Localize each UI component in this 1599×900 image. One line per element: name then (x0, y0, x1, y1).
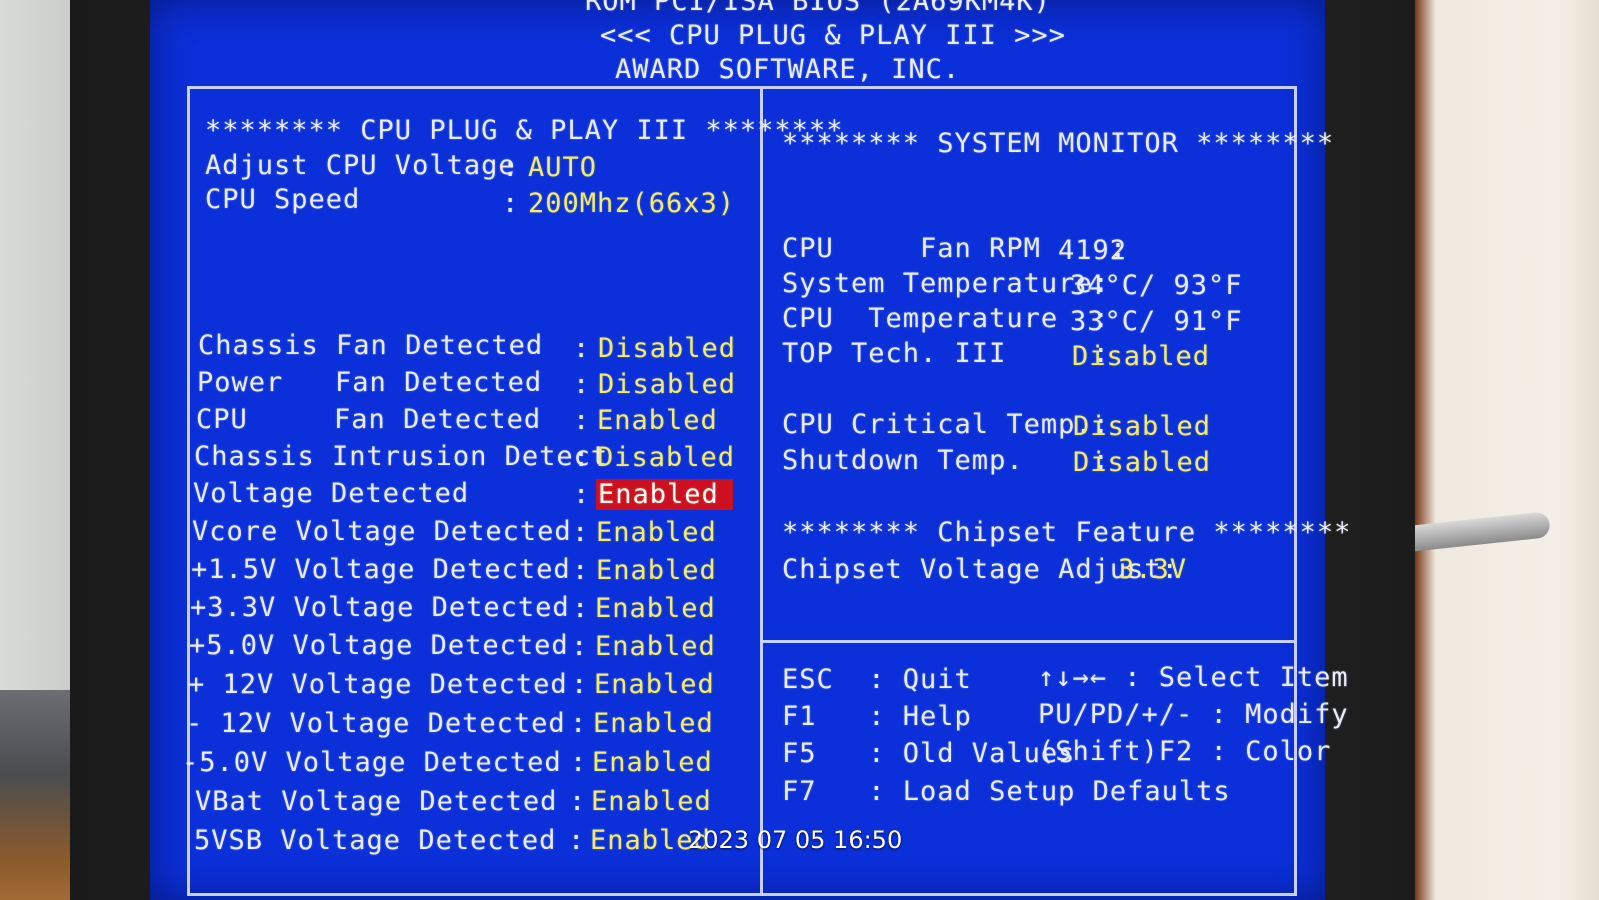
page-title: <<< CPU PLUG & PLAY III >>> (600, 20, 1066, 51)
help-f1-help: F1 : Help (782, 701, 972, 732)
help-modify: PU/PD/+/- : Modify (1038, 699, 1349, 730)
detect-label: Chassis Fan Detected (198, 330, 544, 361)
detect-value[interactable]: Disabled (597, 442, 735, 473)
cpu-setting-value[interactable]: 200Mhz(66x3) (528, 188, 735, 219)
detect-label: +5.0V Voltage Detected (189, 630, 569, 661)
separator: : (572, 517, 590, 548)
detect-value[interactable]: Disabled (598, 333, 736, 364)
help-shift-f2-color: (Shift)F2 : Color (1038, 736, 1332, 767)
separator: : (573, 333, 591, 364)
help-esc-quit: ESC : Quit (782, 664, 972, 695)
chipset-value[interactable]: 3.3V (1118, 554, 1187, 585)
help-arrows-select: ↑↓→← : Select Item (1038, 662, 1349, 693)
monitor-label: CPU Critical Temp.: (782, 409, 1110, 440)
detect-value[interactable]: Enabled (595, 631, 716, 662)
monitor-setting-value[interactable]: Disabled (1073, 447, 1211, 478)
vendor-name: AWARD SOFTWARE, INC. (615, 54, 961, 85)
help-f5-old-values: F5 : Old Values (782, 738, 1076, 769)
help-divider (762, 640, 1297, 643)
left-panel-heading: ******** CPU PLUG & PLAY III ******** (205, 115, 844, 146)
separator: : (573, 369, 591, 400)
monitor-label: System Temperature: (782, 268, 1110, 299)
separator: : (570, 747, 588, 778)
monitor-label: TOP Tech. III : (782, 338, 1110, 369)
detect-value[interactable]: Disabled (598, 369, 736, 400)
background-window-area (1395, 0, 1599, 900)
monitor-label: CPU Temperature : (782, 303, 1110, 334)
separator: : (502, 188, 520, 219)
detect-label: Power Fan Detected (197, 367, 543, 398)
separator: : (573, 479, 591, 510)
detect-label: -5.0V Voltage Detected (182, 747, 562, 778)
detect-value[interactable]: Enabled (597, 405, 718, 436)
system-monitor-heading: ******** SYSTEM MONITOR ******** (782, 128, 1335, 159)
separator: : (569, 786, 587, 817)
monitor-value: 33°C/ 91°F (1070, 306, 1243, 337)
detect-value-highlighted[interactable]: Enabled (596, 479, 733, 510)
detect-value[interactable]: Enabled (596, 517, 717, 548)
detect-label: CPU Fan Detected (196, 404, 542, 435)
separator: : (502, 152, 520, 183)
detect-label: Vcore Voltage Detected (192, 516, 572, 547)
monitor-value: 4192 (1058, 235, 1128, 266)
detect-label: + 12V Voltage Detected (188, 669, 568, 700)
separator: : (573, 405, 591, 436)
separator: : (572, 555, 590, 586)
separator: : (571, 631, 589, 662)
detect-label: - 12V Voltage Detected (186, 708, 566, 739)
detect-value[interactable]: Enabled (593, 708, 714, 739)
detect-label: +3.3V Voltage Detected (190, 592, 570, 623)
cpu-setting-label: Adjust CPU Voltage (205, 150, 516, 181)
monitor-setting-value[interactable]: Disabled (1073, 411, 1211, 442)
separator: : (571, 669, 589, 700)
detect-label: +1.5V Voltage Detected (191, 554, 571, 585)
monitor-setting-value[interactable]: Disabled (1072, 341, 1210, 372)
separator: : (570, 708, 588, 739)
separator: : (573, 442, 591, 473)
detect-value[interactable]: Enabled (596, 555, 717, 586)
detect-value[interactable]: Enabled (594, 669, 715, 700)
detect-value[interactable]: Enabled (595, 593, 716, 624)
detect-label: Voltage Detected (193, 478, 470, 509)
photo-timestamp: 2023 07 05 16:50 (688, 826, 903, 854)
cpu-setting-label: CPU Speed (205, 184, 361, 215)
detect-label: 5VSB Voltage Detected (194, 825, 557, 856)
cpu-setting-value[interactable]: AUTO (528, 152, 597, 183)
detect-label: VBat Voltage Detected (195, 786, 558, 817)
help-f7-load-defaults: F7 : Load Setup Defaults (782, 776, 1231, 807)
separator: : (568, 825, 586, 856)
detect-value[interactable]: Enabled (592, 747, 713, 778)
bios-screen: ROM PCI/ISA BIOS (2A69KM4K) <<< CPU PLUG… (150, 0, 1350, 900)
detect-label: Chassis Intrusion Detect (194, 441, 609, 472)
separator: : (572, 593, 590, 624)
monitor-label: Shutdown Temp. : (782, 445, 1110, 476)
chipset-heading: ******** Chipset Feature ******** (782, 517, 1352, 548)
panel-divider (760, 88, 763, 896)
detect-value[interactable]: Enabled (591, 786, 712, 817)
monitor-value: 34°C/ 93°F (1070, 270, 1243, 301)
bios-version-line: ROM PCI/ISA BIOS (2A69KM4K) (585, 0, 1051, 17)
